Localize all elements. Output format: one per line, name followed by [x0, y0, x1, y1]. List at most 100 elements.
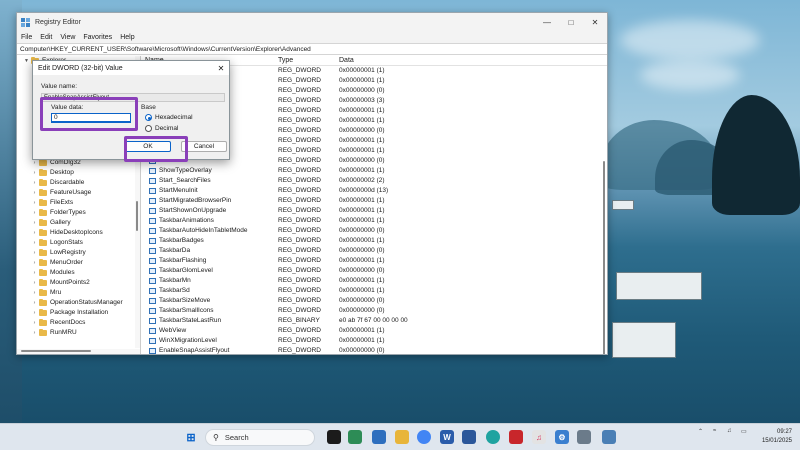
chrome-icon[interactable]: [417, 430, 431, 444]
folder-icon: [39, 319, 47, 326]
chevron-right-icon[interactable]: ›: [31, 248, 38, 258]
value-type-cell: REG_DWORD: [278, 97, 321, 104]
table-row[interactable]: TaskbarMn REG_DWORD 0x00000001 (1): [141, 276, 607, 286]
chevron-up-icon[interactable]: ⌃: [698, 428, 703, 435]
table-row[interactable]: WinXMigrationLevel REG_DWORD 0x00000001 (1…: [141, 336, 607, 346]
tree-item[interactable]: › Gallery: [17, 218, 140, 228]
menu-view[interactable]: View: [60, 34, 75, 41]
chevron-right-icon[interactable]: ›: [31, 278, 38, 288]
radio-hexadecimal[interactable]: Hexadecimal: [145, 114, 193, 121]
menu-edit[interactable]: Edit: [40, 34, 52, 41]
column-type-header[interactable]: Type: [275, 56, 336, 65]
start-icon[interactable]: ⊞: [184, 430, 198, 444]
table-row[interactable]: TaskbarSmallIcons REG_DWORD 0x00000000 (0): [141, 306, 607, 316]
tree-item[interactable]: › Discardable: [17, 178, 140, 188]
store-icon[interactable]: [462, 430, 476, 444]
chevron-right-icon[interactable]: ›: [31, 308, 38, 318]
table-row[interactable]: TaskbarSd REG_DWORD 0x00000001 (1): [141, 286, 607, 296]
wifi-icon[interactable]: ≈: [713, 428, 716, 434]
table-row[interactable]: TaskbarFlashing REG_DWORD 0x00000001 (1): [141, 256, 607, 266]
chevron-right-icon[interactable]: ›: [31, 208, 38, 218]
tree-item[interactable]: › Modules: [17, 268, 140, 278]
tree-item[interactable]: › HideDesktopIcons: [17, 228, 140, 238]
table-row[interactable]: TaskbarGlomLevel REG_DWORD 0x00000000 (0): [141, 266, 607, 276]
value-name-cell: TaskbarSizeMove: [141, 296, 275, 306]
table-row[interactable]: StartMenuInit REG_DWORD 0x0000000d (13): [141, 186, 607, 196]
chevron-right-icon[interactable]: ›: [31, 328, 38, 338]
chevron-right-icon[interactable]: ›: [31, 288, 38, 298]
table-row[interactable]: TaskbarAnimations REG_DWORD 0x00000001 (1): [141, 216, 607, 226]
volume-icon[interactable]: ♫: [727, 428, 732, 434]
address-bar[interactable]: Computer\HKEY_CURRENT_USER\Software\Micr…: [17, 43, 607, 55]
radio-selected-icon[interactable]: [145, 114, 152, 121]
tree-item[interactable]: › Package Installation: [17, 308, 140, 318]
tree-item[interactable]: › MountPoints2: [17, 278, 140, 288]
chevron-right-icon[interactable]: ›: [31, 268, 38, 278]
table-row[interactable]: WebView REG_DWORD 0x00000001 (1): [141, 326, 607, 336]
menu-favorites[interactable]: Favorites: [83, 34, 112, 41]
column-data-header[interactable]: Data: [336, 56, 607, 65]
dialog-close-icon[interactable]: ✕: [213, 64, 229, 73]
table-row[interactable]: TaskbarDa REG_DWORD 0x00000000 (0): [141, 246, 607, 256]
tree-item[interactable]: › FolderTypes: [17, 208, 140, 218]
tree-item[interactable]: › LogonStats: [17, 238, 140, 248]
radio-unselected-icon[interactable]: [145, 125, 152, 132]
acrobat-icon[interactable]: [509, 430, 523, 444]
table-row[interactable]: StartMigratedBrowserPin REG_DWORD 0x000000…: [141, 196, 607, 206]
clock-time: 09:27: [776, 429, 792, 435]
value-type-cell: REG_DWORD: [278, 307, 321, 314]
tree-item[interactable]: › MenuOrder: [17, 258, 140, 268]
radio-decimal[interactable]: Decimal: [145, 125, 178, 132]
value-name-cell: TaskbarSd: [141, 286, 275, 296]
tree-item[interactable]: › Desktop: [17, 168, 140, 178]
table-row[interactable]: EnableSnapAssistFlyout REG_DWORD 0x0000000…: [141, 346, 607, 354]
chevron-down-icon[interactable]: ▼: [23, 56, 30, 66]
chevron-right-icon[interactable]: ›: [31, 258, 38, 268]
chevron-right-icon[interactable]: ›: [31, 198, 38, 208]
maximize-icon[interactable]: □: [559, 13, 583, 31]
widgets-icon[interactable]: [348, 430, 362, 444]
chevron-right-icon[interactable]: ›: [31, 238, 38, 248]
outlook-icon[interactable]: [372, 430, 386, 444]
chevron-right-icon[interactable]: ›: [31, 218, 38, 228]
table-row[interactable]: ShowTypeOverlay REG_DWORD 0x00000001 (1): [141, 166, 607, 176]
tree-item[interactable]: › RunMRU: [17, 328, 140, 338]
tree-item[interactable]: › RecentDocs: [17, 318, 140, 328]
chevron-right-icon[interactable]: ›: [31, 178, 38, 188]
chevron-right-icon[interactable]: ›: [31, 168, 38, 178]
chevron-right-icon[interactable]: ›: [31, 318, 38, 328]
taskbar-search[interactable]: ⚲ Search: [205, 429, 315, 446]
folder-icon: [39, 179, 47, 186]
registry-taskbar-icon[interactable]: [602, 430, 616, 444]
chevron-right-icon[interactable]: ›: [31, 228, 38, 238]
menu-file[interactable]: File: [21, 34, 32, 41]
tree-item[interactable]: › Mru: [17, 288, 140, 298]
chevron-right-icon[interactable]: ›: [31, 188, 38, 198]
table-row[interactable]: Start_SearchFiles REG_DWORD 0x00000002 (2): [141, 176, 607, 186]
tree-horizontal-scrollbar[interactable]: [17, 349, 140, 354]
minimize-icon[interactable]: —: [535, 13, 559, 31]
photos-icon[interactable]: [577, 430, 591, 444]
table-row[interactable]: TaskbarSizeMove REG_DWORD 0x00000000 (0): [141, 296, 607, 306]
table-row[interactable]: TaskbarStateLastRun REG_BINARY e0 ab 7f 67…: [141, 316, 607, 326]
table-row[interactable]: TaskbarAutoHideInTabletMode REG_DWORD 0x00…: [141, 226, 607, 236]
tree-item[interactable]: › FileExts: [17, 198, 140, 208]
list-vertical-scrollbar[interactable]: [602, 66, 607, 354]
menu-help[interactable]: Help: [120, 34, 134, 41]
table-row[interactable]: TaskbarBadges REG_DWORD 0x00000001 (1): [141, 236, 607, 246]
task-view-icon[interactable]: [327, 430, 341, 444]
tree-item[interactable]: › FeatureUsage: [17, 188, 140, 198]
chevron-right-icon[interactable]: ›: [31, 298, 38, 308]
tree-item[interactable]: › OperationStatusManager: [17, 298, 140, 308]
edge-icon[interactable]: [486, 430, 500, 444]
music-icon[interactable]: ♫: [532, 430, 546, 444]
value-type-cell: REG_DWORD: [278, 337, 321, 344]
tree-item[interactable]: › LowRegistry: [17, 248, 140, 258]
file-explorer-icon[interactable]: [395, 430, 409, 444]
settings-gear-icon[interactable]: ⚙: [555, 430, 569, 444]
clock[interactable]: 09:27 15/01/2025: [762, 428, 792, 446]
battery-icon[interactable]: ▭: [741, 428, 747, 435]
word-icon[interactable]: W: [440, 430, 454, 444]
table-row[interactable]: StartShownOnUpgrade REG_DWORD 0x00000001 (…: [141, 206, 607, 216]
close-icon[interactable]: ✕: [583, 13, 607, 31]
